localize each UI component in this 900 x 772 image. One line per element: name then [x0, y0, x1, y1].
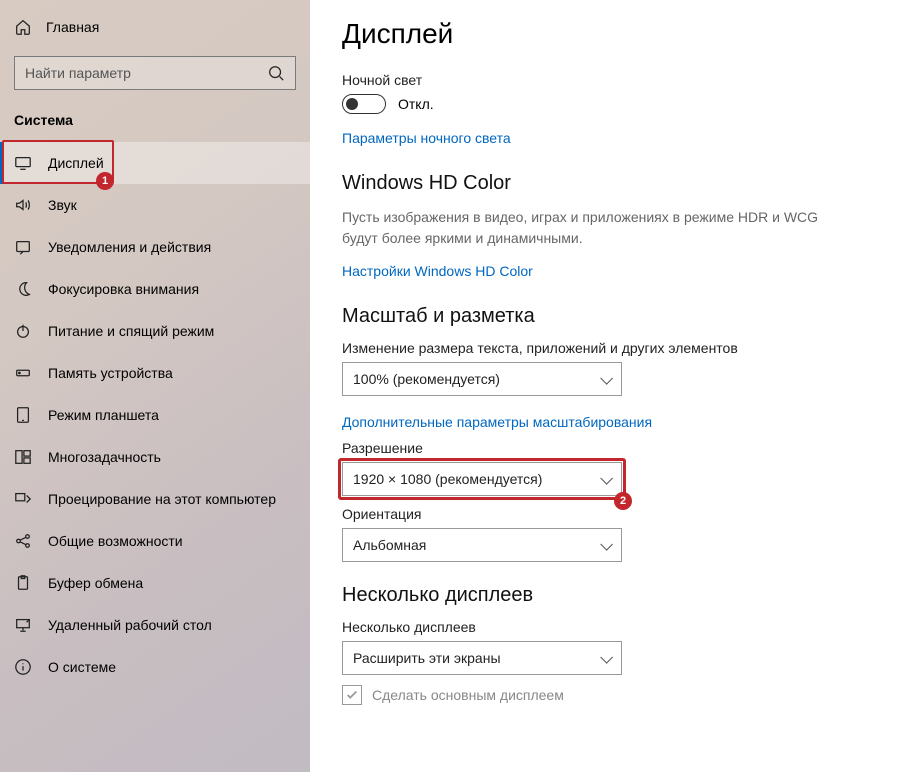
- scale-label: Изменение размера текста, приложений и д…: [342, 340, 870, 356]
- page-title: Дисплей: [342, 18, 870, 50]
- multi-title: Несколько дисплеев: [342, 584, 870, 607]
- resolution-value: 1920 × 1080 (рекомендуется): [353, 471, 542, 487]
- search-input-container[interactable]: [14, 56, 296, 90]
- hdcolor-link[interactable]: Настройки Windows HD Color: [342, 263, 533, 279]
- sidebar-item-tablet[interactable]: Режим планшета: [0, 394, 310, 436]
- sidebar: Главная Система Дисплей 1 Звук Уведомлен…: [0, 0, 310, 772]
- nightlight-toggle[interactable]: [342, 94, 386, 114]
- hdcolor-body: Пусть изображения в видео, играх и прило…: [342, 207, 842, 249]
- home-link[interactable]: Главная: [0, 8, 310, 46]
- primary-display-label: Сделать основным дисплеем: [372, 687, 564, 703]
- sidebar-item-power[interactable]: Питание и спящий режим: [0, 310, 310, 352]
- sidebar-item-label: Буфер обмена: [48, 575, 143, 591]
- tablet-icon: [14, 406, 32, 424]
- sidebar-item-focus[interactable]: Фокусировка внимания: [0, 268, 310, 310]
- multi-select[interactable]: Расширить эти экраны: [342, 641, 622, 675]
- multi-label: Несколько дисплеев: [342, 619, 870, 635]
- orientation-value: Альбомная: [353, 537, 426, 553]
- sidebar-item-remote[interactable]: Удаленный рабочий стол: [0, 604, 310, 646]
- sidebar-item-label: Проецирование на этот компьютер: [48, 491, 276, 507]
- display-icon: [14, 154, 32, 172]
- sidebar-item-storage[interactable]: Память устройства: [0, 352, 310, 394]
- sidebar-item-label: Oбщие возможности: [48, 533, 183, 549]
- power-icon: [14, 322, 32, 340]
- clipboard-icon: [14, 574, 32, 592]
- advanced-scaling-link[interactable]: Дополнительные параметры масштабирования: [342, 414, 652, 430]
- nightlight-settings-link[interactable]: Параметры ночного света: [342, 130, 511, 146]
- projection-icon: [14, 490, 32, 508]
- sidebar-item-multitask[interactable]: Многозадачность: [0, 436, 310, 478]
- nav-wrap: Дисплей 1 Звук Уведомления и действия Фо…: [0, 142, 310, 688]
- sidebar-item-notifications[interactable]: Уведомления и действия: [0, 226, 310, 268]
- sidebar-item-label: Звук: [48, 197, 77, 213]
- nightlight-toggle-row: Откл.: [342, 94, 870, 114]
- sidebar-item-label: Питание и спящий режим: [48, 323, 214, 339]
- sound-icon: [14, 196, 32, 214]
- primary-display-row: Сделать основным дисплеем: [342, 685, 870, 705]
- sidebar-item-label: Многозадачность: [48, 449, 161, 465]
- nightlight-state: Откл.: [398, 96, 434, 112]
- search-input[interactable]: [25, 65, 267, 81]
- notification-icon: [14, 238, 32, 256]
- toggle-thumb: [346, 98, 358, 110]
- sidebar-item-label: Удаленный рабочий стол: [48, 617, 212, 633]
- scale-value: 100% (рекомендуется): [353, 371, 500, 387]
- moon-icon: [14, 280, 32, 298]
- resolution-label: Разрешение: [342, 440, 870, 456]
- sidebar-item-projection[interactable]: Проецирование на этот компьютер: [0, 478, 310, 520]
- search-icon: [267, 64, 285, 82]
- multi-value: Расширить эти экраны: [353, 650, 501, 666]
- info-icon: [14, 658, 32, 676]
- resolution-select[interactable]: 1920 × 1080 (рекомендуется): [342, 462, 622, 496]
- orientation-select[interactable]: Альбомная: [342, 528, 622, 562]
- sidebar-item-label: Фокусировка внимания: [48, 281, 199, 297]
- home-label: Главная: [46, 19, 99, 35]
- sidebar-item-label: Дисплей: [48, 155, 104, 171]
- sidebar-item-label: О системе: [48, 659, 116, 675]
- scale-select[interactable]: 100% (рекомендуется): [342, 362, 622, 396]
- storage-icon: [14, 364, 32, 382]
- sidebar-item-shared[interactable]: Oбщие возможности: [0, 520, 310, 562]
- sidebar-item-about[interactable]: О системе: [0, 646, 310, 688]
- annotation-badge-2: 2: [614, 492, 632, 510]
- scale-title: Масштаб и разметка: [342, 305, 870, 328]
- hdcolor-title: Windows HD Color: [342, 172, 870, 195]
- home-icon: [14, 18, 32, 36]
- category-title: Система: [0, 106, 310, 142]
- sidebar-item-clipboard[interactable]: Буфер обмена: [0, 562, 310, 604]
- main-content: Дисплей Ночной свет Откл. Параметры ночн…: [310, 0, 900, 772]
- resolution-wrap: 1920 × 1080 (рекомендуется) 2: [342, 462, 632, 496]
- sidebar-item-label: Память устройства: [48, 365, 173, 381]
- orientation-label: Ориентация: [342, 506, 870, 522]
- remote-icon: [14, 616, 32, 634]
- share-icon: [14, 532, 32, 550]
- sidebar-item-sound[interactable]: Звук: [0, 184, 310, 226]
- sidebar-item-label: Уведомления и действия: [48, 239, 211, 255]
- primary-display-checkbox[interactable]: [342, 685, 362, 705]
- nightlight-label: Ночной свет: [342, 72, 870, 88]
- multitask-icon: [14, 448, 32, 466]
- sidebar-item-display[interactable]: Дисплей: [0, 142, 310, 184]
- sidebar-item-label: Режим планшета: [48, 407, 159, 423]
